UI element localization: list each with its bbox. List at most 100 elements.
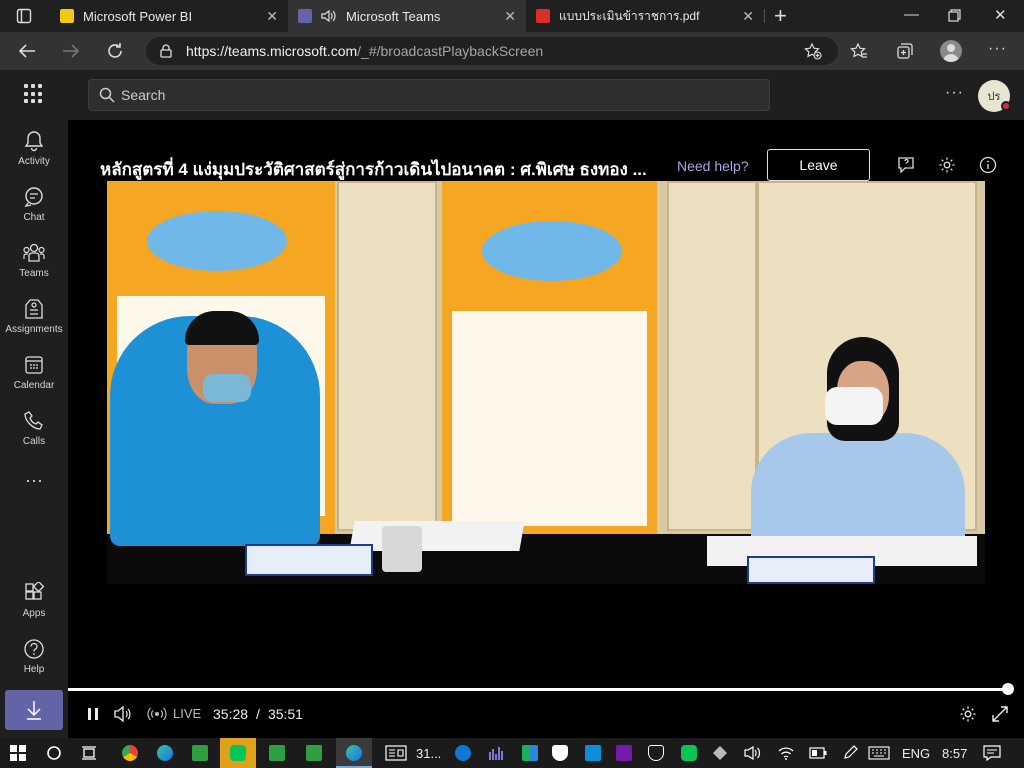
audio-levels-icon[interactable] — [489, 746, 505, 760]
charts-app-icon[interactable] — [522, 745, 538, 761]
windows-start-icon[interactable] — [10, 745, 26, 761]
keyboard-icon[interactable] — [868, 746, 890, 760]
forward-icon[interactable] — [62, 43, 80, 59]
rail-item-activity[interactable]: Activity — [0, 130, 68, 167]
rail-more-apps-icon[interactable]: ··· — [0, 470, 68, 491]
settings-icon[interactable] — [938, 156, 956, 174]
teams-taskbar-icon[interactable] — [306, 745, 322, 761]
speaker-tray-icon[interactable] — [744, 746, 762, 760]
line-tray-icon[interactable] — [681, 745, 697, 761]
rail-item-help[interactable]: Help — [0, 638, 68, 675]
line-icon[interactable] — [230, 745, 246, 761]
speaker-right — [751, 433, 965, 553]
rail-item-teams[interactable]: Teams — [0, 242, 68, 279]
more-options-icon[interactable]: ··· — [945, 84, 964, 102]
new-tab-icon[interactable]: + — [774, 3, 787, 29]
need-help-link[interactable]: Need help? — [677, 158, 749, 174]
rail-item-calls[interactable]: Calls — [0, 410, 68, 447]
rail-label: Apps — [22, 608, 46, 619]
video-settings-icon[interactable] — [959, 705, 977, 723]
nameplate-right — [747, 556, 875, 584]
close-tab-icon[interactable]: ✕ — [504, 8, 516, 25]
notifications-icon[interactable] — [983, 745, 1001, 761]
refresh-icon[interactable] — [106, 42, 124, 60]
onedrive-icon[interactable] — [455, 745, 471, 761]
taskbar-window-label[interactable]: 31... — [416, 746, 441, 761]
tab-separator — [764, 9, 765, 23]
cortana-icon[interactable] — [46, 745, 62, 761]
settings-more-icon[interactable]: ··· — [988, 40, 1007, 58]
close-window-icon[interactable]: ✕ — [994, 6, 1007, 24]
tab-power-bi[interactable]: Microsoft Power BI ✕ — [52, 0, 288, 32]
volume-icon[interactable] — [114, 706, 132, 722]
rail-item-chat[interactable]: Chat — [0, 186, 68, 223]
add-favorite-icon[interactable] — [804, 42, 822, 60]
search-box[interactable]: Search — [88, 79, 770, 111]
time-display: 35:28 / 35:51 — [213, 706, 303, 722]
close-tab-icon[interactable]: ✕ — [742, 8, 754, 25]
onenote-icon[interactable] — [616, 745, 632, 761]
address-bar: https://teams.microsoft.com/_#/broadcast… — [0, 32, 1024, 70]
mail-app-icon[interactable] — [585, 745, 601, 761]
favorites-icon[interactable] — [850, 42, 868, 60]
seek-handle[interactable] — [1002, 683, 1014, 695]
teams-taskbar-icon[interactable] — [192, 745, 208, 761]
tab-actions-icon[interactable] — [16, 8, 32, 24]
minimize-icon[interactable]: — — [904, 6, 919, 23]
url-field[interactable]: https://teams.microsoft.com/_#/broadcast… — [146, 37, 838, 65]
download-button[interactable] — [5, 690, 63, 730]
time-separator: / — [256, 706, 260, 722]
live-indicator[interactable]: LIVE — [147, 706, 201, 721]
power-bi-icon — [60, 9, 74, 23]
diamond-icon[interactable] — [712, 745, 728, 761]
rail-item-calendar[interactable]: Calendar — [0, 354, 68, 391]
clock[interactable]: 8:57 — [942, 746, 967, 761]
fullscreen-icon[interactable] — [991, 705, 1009, 723]
seek-bar[interactable] — [68, 683, 1014, 695]
feedback-icon[interactable] — [897, 156, 915, 174]
chrome-icon[interactable] — [122, 745, 138, 761]
pdf-icon — [536, 9, 550, 23]
tab-title: แบบประเมินข้าราชการ.pdf — [559, 8, 700, 23]
rail-item-apps[interactable]: Apps — [0, 582, 68, 619]
app-launcher-icon[interactable] — [24, 84, 44, 104]
current-time: 35:28 — [213, 706, 249, 722]
lock-icon[interactable] — [160, 44, 172, 58]
language-indicator[interactable]: ENG — [902, 746, 930, 761]
document-window-icon[interactable] — [385, 745, 407, 761]
rail-item-assignments[interactable]: Assignments — [0, 298, 68, 335]
tab-teams[interactable]: Microsoft Teams ✕ — [288, 0, 526, 32]
speaker-icon[interactable] — [321, 9, 337, 23]
close-tab-icon[interactable]: ✕ — [266, 8, 278, 25]
info-icon[interactable] — [979, 156, 997, 174]
phone-icon — [24, 411, 43, 430]
rail-label: Assignments — [5, 324, 63, 335]
pause-icon[interactable] — [86, 707, 100, 721]
task-view-icon[interactable] — [81, 745, 97, 761]
teams-taskbar-icon[interactable] — [269, 745, 285, 761]
broadcast-video[interactable] — [107, 181, 985, 584]
wifi-icon[interactable] — [778, 746, 794, 760]
pen-icon[interactable] — [842, 745, 858, 761]
nameplate-left — [245, 544, 373, 576]
back-icon[interactable] — [18, 43, 36, 59]
battery-icon[interactable] — [809, 747, 827, 759]
rail-label: Activity — [18, 156, 50, 167]
profile-avatar[interactable] — [940, 40, 962, 62]
collections-icon[interactable] — [896, 42, 914, 60]
teams-icon — [298, 9, 312, 23]
shield-outline-icon[interactable] — [648, 745, 664, 761]
assignments-icon — [25, 299, 43, 319]
live-label: LIVE — [173, 706, 202, 721]
edge-icon[interactable] — [157, 745, 173, 761]
chat-icon — [24, 187, 43, 208]
calendar-icon — [25, 356, 43, 374]
help-icon — [24, 639, 44, 659]
edge-icon[interactable] — [346, 745, 362, 761]
security-shield-icon[interactable] — [552, 745, 568, 761]
user-avatar[interactable]: ปร — [978, 80, 1011, 112]
restore-icon[interactable] — [948, 9, 961, 22]
tab-pdf[interactable]: แบบประเมินข้าราชการ.pdf ✕ — [528, 0, 764, 32]
tab-title: Microsoft Power BI — [83, 8, 193, 24]
leave-button[interactable]: Leave — [767, 149, 870, 181]
